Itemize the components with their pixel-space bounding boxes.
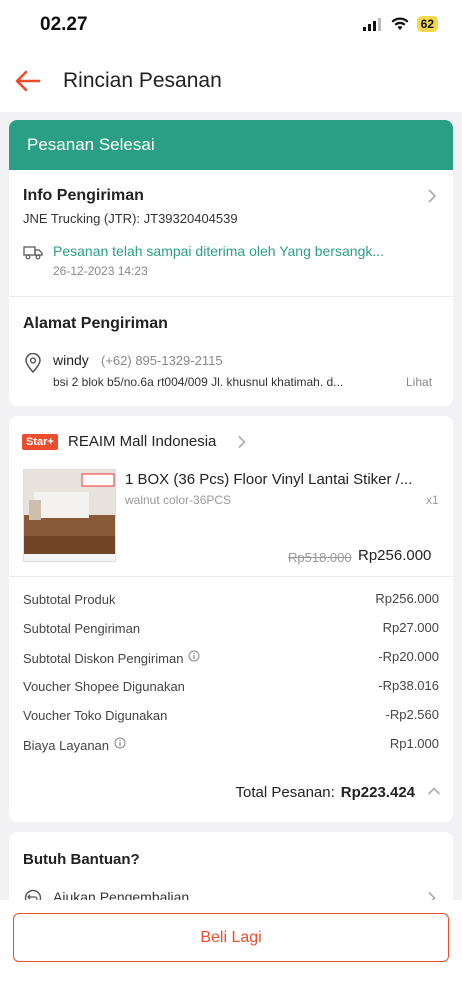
address-line: bsi 2 blok b5/no.6a rt004/009 Jl. khusnu… bbox=[53, 375, 344, 389]
summary-value: Rp256.000 bbox=[375, 591, 439, 606]
summary-label: Subtotal Produk bbox=[23, 592, 116, 607]
summary-label: Voucher Shopee Digunakan bbox=[23, 679, 185, 694]
location-pin-icon bbox=[24, 352, 42, 378]
summary-label: Subtotal Pengiriman bbox=[23, 621, 141, 636]
bottom-action-bar: Beli Lagi bbox=[0, 900, 462, 1000]
order-info-card: Pesanan Selesai Info Pengiriman JNE Truc… bbox=[9, 120, 453, 406]
summary-label: Subtotal Diskon Pengiriman bbox=[23, 650, 184, 666]
total-label: Total Pesanan: bbox=[235, 783, 335, 801]
see-more-link[interactable]: Lihat bbox=[406, 375, 432, 389]
summary-label-subtotal-product: Subtotal Produk bbox=[23, 591, 116, 609]
star-plus-badge: Star+ bbox=[22, 434, 58, 450]
summary-value: Rp1.000 bbox=[389, 736, 439, 751]
summary-value: -Rp38.016 bbox=[378, 678, 439, 693]
truck-icon bbox=[23, 244, 43, 265]
product-price: Rp256.000 bbox=[358, 547, 432, 564]
recipient-phone: (+62) 895-1329-2115 bbox=[101, 353, 223, 368]
info-icon[interactable] bbox=[188, 649, 200, 667]
back-button[interactable] bbox=[12, 65, 44, 97]
original-price: Rp518.000 bbox=[288, 550, 352, 565]
shipping-info-section[interactable]: Info Pengiriman JNE Trucking (JTR): JT39… bbox=[9, 170, 453, 298]
wifi-icon bbox=[391, 17, 409, 30]
order-status-banner: Pesanan Selesai bbox=[9, 120, 453, 170]
total-value: Rp223.424 bbox=[340, 783, 415, 801]
shop-name: REAIM Mall Indonesia bbox=[68, 433, 217, 450]
chevron-up-icon bbox=[427, 783, 441, 801]
courier-tracking: JNE Trucking (JTR): JT39320404539 bbox=[23, 211, 238, 226]
chevron-right-icon bbox=[427, 188, 437, 209]
top-nav-bar: Rincian Pesanan bbox=[0, 50, 462, 112]
recipient-name: windy bbox=[53, 352, 89, 368]
status-bar: 02.27 62 bbox=[0, 0, 462, 50]
status-time: 02.27 bbox=[40, 14, 88, 35]
shipping-info-title: Info Pengiriman bbox=[23, 187, 144, 204]
summary-value: Rp27.000 bbox=[382, 620, 439, 635]
order-total-row[interactable]: Total Pesanan: Rp223.424 bbox=[236, 783, 441, 801]
divider bbox=[9, 576, 453, 577]
delivery-timestamp: 26-12-2023 14:23 bbox=[53, 264, 148, 278]
summary-label: Voucher Toko Digunakan bbox=[23, 708, 168, 723]
product-variant: walnut color-36PCS bbox=[125, 493, 232, 507]
info-icon[interactable] bbox=[114, 736, 126, 754]
product-thumbnail bbox=[23, 469, 116, 562]
summary-label: Biaya Layanan bbox=[23, 737, 110, 753]
delivery-status-text: Pesanan telah sampai diterima oleh Yang … bbox=[53, 243, 385, 259]
battery-indicator: 62 bbox=[416, 16, 438, 32]
status-icons: 62 bbox=[362, 16, 438, 32]
payment-summary: Subtotal Produk Rp256.000 Subtotal Pengi… bbox=[9, 584, 453, 764]
page-title: Rincian Pesanan bbox=[63, 69, 222, 92]
help-title: Butuh Bantuan? bbox=[23, 851, 140, 868]
back-arrow-icon bbox=[15, 70, 41, 92]
chevron-right-icon bbox=[237, 435, 247, 454]
summary-value: -Rp20.000 bbox=[378, 649, 439, 664]
shipping-address-section: Alamat Pengiriman windy (+62) 895-1329-2… bbox=[9, 297, 453, 406]
shop-header[interactable]: Star+ REAIM Mall Indonesia bbox=[9, 416, 453, 464]
order-detail-card: Star+ REAIM Mall Indonesia 1 BOX (36 Pcs… bbox=[9, 416, 453, 822]
summary-value: -Rp2.560 bbox=[385, 707, 439, 722]
product-quantity: x1 bbox=[426, 493, 439, 507]
product-title: 1 BOX (36 Pcs) Floor Vinyl Lantai Stiker… bbox=[125, 471, 413, 488]
buy-again-button[interactable]: Beli Lagi bbox=[13, 913, 449, 962]
product-item[interactable]: 1 BOX (36 Pcs) Floor Vinyl Lantai Stiker… bbox=[9, 464, 453, 576]
address-title: Alamat Pengiriman bbox=[23, 315, 168, 332]
cellular-signal-icon bbox=[362, 18, 381, 31]
